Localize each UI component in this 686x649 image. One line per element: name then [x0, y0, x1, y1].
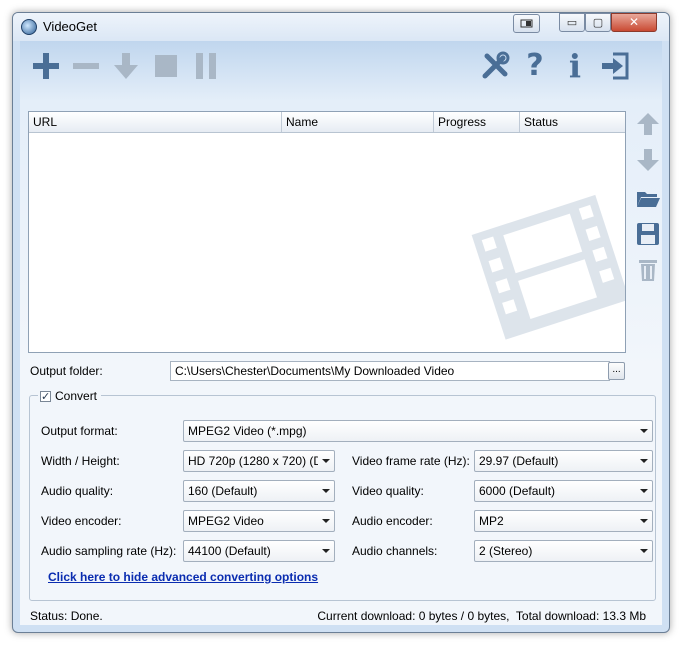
add-button[interactable]	[30, 50, 62, 82]
audio-channels-value: 2 (Stereo)	[479, 544, 533, 558]
move-down-button[interactable]	[635, 147, 661, 173]
download-summary: Current download: 0 bytes / 0 bytes, Tot…	[317, 609, 646, 623]
download-button[interactable]	[110, 50, 142, 82]
pause-button[interactable]	[190, 50, 222, 82]
info-icon: i	[568, 47, 582, 85]
audio-encoder-select[interactable]: MP2	[474, 510, 653, 532]
convert-label: Convert	[55, 389, 98, 403]
video-quality-select[interactable]: 6000 (Default)	[474, 480, 653, 502]
browse-folder-button[interactable]: ...	[608, 362, 625, 380]
audio-encoder-value: MP2	[479, 514, 504, 528]
column-header-name[interactable]: Name	[282, 112, 434, 132]
video-encoder-label: Video encoder:	[41, 514, 122, 528]
sampling-rate-value: 44100 (Default)	[188, 544, 271, 558]
frame-rate-value: 29.97 (Default)	[479, 454, 559, 468]
status-bar: Status: Done. Current download: 0 bytes …	[20, 607, 662, 625]
title-bar[interactable]: VideoGet ▭ ▢ ✕	[13, 13, 669, 41]
audio-quality-select[interactable]: 160 (Default)	[183, 480, 335, 502]
add-icon	[33, 53, 59, 79]
width-height-select[interactable]: HD 720p (1280 x 720) (Default)	[183, 450, 335, 472]
maximize-button[interactable]: ▢	[585, 13, 611, 32]
status-text: Status: Done.	[30, 609, 103, 623]
remove-button[interactable]	[70, 50, 102, 82]
compact-mode-button[interactable]	[513, 14, 540, 33]
frame-rate-select[interactable]: 29.97 (Default)	[474, 450, 653, 472]
chevron-down-icon	[322, 549, 330, 553]
chevron-down-icon	[640, 459, 648, 463]
convert-checkbox-box[interactable]	[40, 389, 51, 405]
open-folder-icon	[637, 192, 660, 207]
output-folder-field[interactable]: C:\Users\Chester\Documents\My Downloaded…	[170, 361, 610, 381]
help-icon: ?	[526, 48, 544, 83]
remove-icon	[73, 63, 99, 69]
sampling-rate-label: Audio sampling rate (Hz):	[41, 544, 177, 558]
exit-icon	[602, 52, 629, 80]
chevron-down-icon	[640, 519, 648, 523]
audio-channels-label: Audio channels:	[352, 544, 438, 558]
maximize-icon: ▢	[592, 16, 604, 29]
save-list-button[interactable]	[635, 221, 661, 247]
client-area: ? i URL Name Progress Status Output fold…	[20, 41, 662, 625]
column-header-progress[interactable]: Progress	[434, 112, 520, 132]
toggle-advanced-options-link[interactable]: Click here to hide advanced converting o…	[48, 570, 318, 584]
close-button[interactable]: ✕	[611, 13, 657, 32]
pause-icon	[196, 53, 216, 79]
exit-button[interactable]	[599, 50, 631, 82]
app-window: VideoGet ▭ ▢ ✕ ? i URL Name Progress Sta…	[12, 12, 670, 633]
chevron-down-icon	[322, 489, 330, 493]
settings-icon	[482, 51, 510, 79]
audio-quality-value: 160 (Default)	[188, 484, 258, 498]
minimize-button[interactable]: ▭	[559, 13, 585, 32]
chevron-down-icon	[640, 489, 648, 493]
minimize-icon: ▭	[566, 16, 578, 29]
audio-encoder-label: Audio encoder:	[352, 514, 433, 528]
width-height-value: HD 720p (1280 x 720) (Default)	[188, 454, 318, 468]
film-strip-watermark-icon	[471, 194, 625, 340]
download-icon	[114, 53, 138, 79]
move-up-icon	[637, 113, 659, 135]
video-quality-value: 6000 (Default)	[479, 484, 556, 498]
app-icon[interactable]	[21, 19, 37, 35]
audio-quality-label: Audio quality:	[41, 484, 114, 498]
chevron-down-icon	[640, 549, 648, 553]
chevron-down-icon	[322, 519, 330, 523]
help-button[interactable]: ?	[519, 50, 551, 82]
delete-icon	[639, 260, 657, 281]
video-encoder-select[interactable]: MPEG2 Video	[183, 510, 335, 532]
download-list[interactable]: URL Name Progress Status	[28, 111, 626, 353]
column-header-url[interactable]: URL	[29, 112, 282, 132]
stop-icon	[155, 55, 177, 77]
video-encoder-value: MPEG2 Video	[188, 514, 264, 528]
output-format-label: Output format:	[41, 424, 118, 438]
compact-mode-icon	[520, 19, 533, 28]
window-title: VideoGet	[43, 19, 97, 34]
convert-checkbox[interactable]: Convert	[38, 388, 102, 405]
output-folder-label: Output folder:	[30, 364, 103, 378]
info-button[interactable]: i	[559, 50, 591, 82]
column-header-status[interactable]: Status	[520, 112, 625, 132]
output-format-value: MPEG2 Video (*.mpg)	[188, 424, 307, 438]
close-icon: ✕	[628, 15, 640, 29]
width-height-label: Width / Height:	[41, 454, 120, 468]
stop-button[interactable]	[150, 50, 182, 82]
move-up-button[interactable]	[635, 111, 661, 137]
audio-channels-select[interactable]: 2 (Stereo)	[474, 540, 653, 562]
settings-button[interactable]	[479, 50, 511, 82]
open-folder-button[interactable]	[635, 185, 661, 211]
video-quality-label: Video quality:	[352, 484, 424, 498]
delete-button[interactable]	[635, 257, 661, 283]
frame-rate-label: Video frame rate (Hz):	[352, 454, 470, 468]
sampling-rate-select[interactable]: 44100 (Default)	[183, 540, 335, 562]
save-icon	[637, 223, 659, 245]
move-down-icon	[637, 149, 659, 171]
chevron-down-icon	[322, 459, 330, 463]
download-list-header: URL Name Progress Status	[29, 112, 625, 133]
output-format-select[interactable]: MPEG2 Video (*.mpg)	[183, 420, 653, 442]
chevron-down-icon	[640, 429, 648, 433]
